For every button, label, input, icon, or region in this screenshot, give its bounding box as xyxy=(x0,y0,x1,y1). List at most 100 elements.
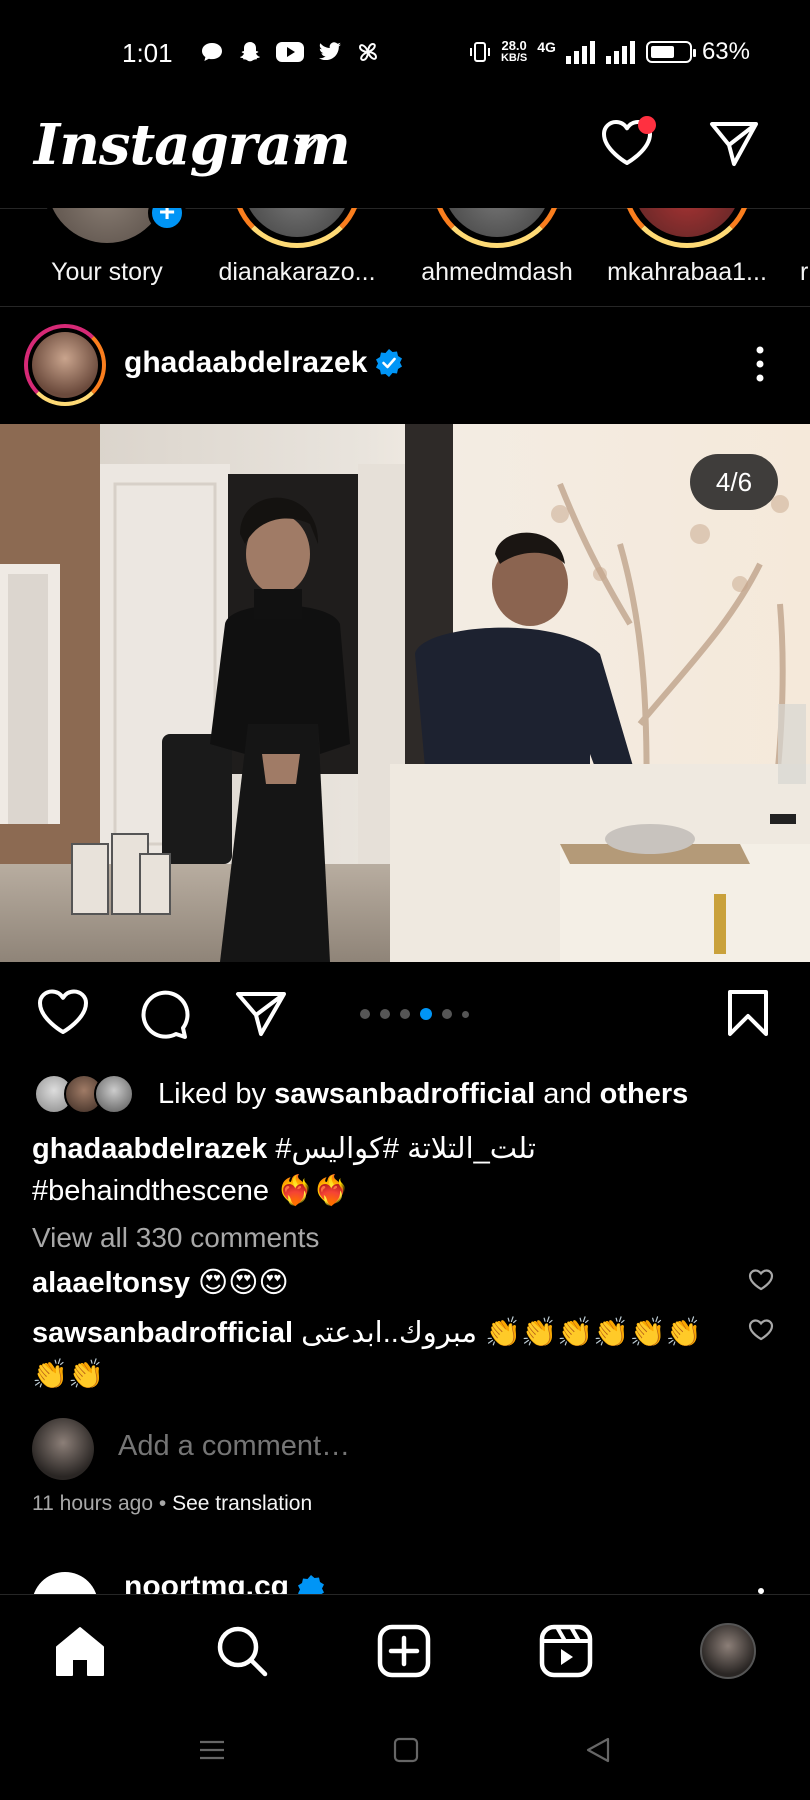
story-item-own[interactable]: + Your story xyxy=(12,208,202,306)
signal-icon-2 xyxy=(605,41,635,64)
story-label: Your story xyxy=(51,258,163,286)
next-post-header: noortmg.cq xyxy=(0,1560,810,1594)
next-post-username[interactable]: noortmg.cq xyxy=(124,1570,289,1594)
likes-row[interactable]: Liked by sawsanbadrofficial and others xyxy=(34,1072,794,1116)
speed-value: 28.0 xyxy=(501,38,527,53)
comment-username[interactable]: sawsanbadrofficial xyxy=(32,1317,293,1349)
direct-message-icon[interactable] xyxy=(708,118,760,168)
liked-by-user[interactable]: sawsanbadrofficial xyxy=(274,1078,535,1110)
like-heart-icon[interactable] xyxy=(36,988,90,1036)
create-plus-icon xyxy=(377,1624,431,1678)
comment-text: 😍😍😍 xyxy=(189,1267,289,1299)
add-comment-input[interactable] xyxy=(118,1430,618,1463)
current-user-avatar xyxy=(32,1418,94,1480)
verified-badge-icon xyxy=(376,349,402,377)
home-square-icon[interactable] xyxy=(392,1736,420,1764)
nav-search-button[interactable] xyxy=(212,1621,272,1681)
post-caption: ghadaabdelrazek #تلت_التلاتة #كواليس #be… xyxy=(32,1128,772,1212)
carousel-dot xyxy=(442,1009,452,1019)
nav-profile-button[interactable] xyxy=(698,1621,758,1681)
nav-home-button[interactable] xyxy=(50,1621,110,1681)
view-all-comments-link[interactable]: View all 330 comments xyxy=(32,1222,319,1254)
verified-badge-icon xyxy=(298,1575,324,1594)
caption-text: #تلت_التلاتة #كواليس xyxy=(267,1133,536,1165)
back-triangle-icon[interactable] xyxy=(584,1736,612,1764)
vibrate-icon xyxy=(469,42,490,62)
post-username[interactable]: ghadaabdelrazek xyxy=(124,346,367,380)
post-meta: 11 hours ago • See translation xyxy=(32,1492,312,1516)
divider xyxy=(0,306,810,307)
menu-lines-icon[interactable] xyxy=(198,1736,226,1764)
next-post-avatar[interactable] xyxy=(32,1572,98,1594)
battery-icon xyxy=(645,41,696,63)
carousel-page-counter: 4/6 xyxy=(690,454,778,510)
story-label: dianakarazo... xyxy=(218,258,376,286)
notification-badge xyxy=(638,116,656,134)
post-header: ghadaabdelrazek xyxy=(0,308,810,424)
comment-bubble-icon[interactable] xyxy=(136,988,190,1040)
post-photo-illustration xyxy=(0,424,810,962)
profile-avatar xyxy=(700,1623,756,1679)
carousel-dot xyxy=(400,1009,410,1019)
speed-unit: KB/S xyxy=(500,52,528,64)
snapchat-icon xyxy=(240,42,260,62)
liked-by-others[interactable]: others xyxy=(600,1078,689,1110)
story-label: mkahrabaa1... xyxy=(607,258,767,286)
comment-like-icon[interactable] xyxy=(748,1268,774,1292)
nav-reels-button[interactable] xyxy=(536,1621,596,1681)
nav-create-button[interactable] xyxy=(374,1621,434,1681)
post-author-avatar[interactable] xyxy=(24,324,106,406)
comment-username[interactable]: alaaeltonsy xyxy=(32,1267,190,1299)
add-comment-row xyxy=(32,1418,782,1480)
add-story-icon[interactable]: + xyxy=(148,208,186,232)
status-app-icons xyxy=(200,40,380,64)
carousel-dot xyxy=(360,1009,370,1019)
liker-avatars xyxy=(34,1072,144,1116)
carousel-dot xyxy=(380,1009,390,1019)
share-send-icon[interactable] xyxy=(234,988,288,1038)
more-options-icon[interactable] xyxy=(752,344,768,384)
stories-tray: + Your story dianakarazo... ahmedmdash m… xyxy=(0,208,810,306)
search-icon xyxy=(217,1626,268,1677)
story-avatar xyxy=(232,208,362,248)
carousel-dot xyxy=(462,1010,469,1018)
status-bar: 1:01 28.0 KB/S 4G 63% xyxy=(0,0,810,100)
story-avatar xyxy=(622,208,752,248)
story-avatar xyxy=(432,208,562,248)
youtube-icon xyxy=(276,42,304,62)
story-label: ahmedmdash xyxy=(421,258,573,286)
carousel-dot-active xyxy=(420,1008,432,1020)
liked-by-and: and xyxy=(535,1078,600,1110)
meta-separator: • xyxy=(153,1492,173,1515)
bottom-navigation xyxy=(0,1594,810,1704)
carousel-indicator xyxy=(360,1008,469,1020)
comment-item: sawsanbadrofficial مبروك..ابدعتى 👏👏👏👏👏👏 … xyxy=(32,1312,722,1396)
story-item[interactable]: dianakarazo... xyxy=(202,208,392,306)
post-time-ago: 11 hours ago xyxy=(32,1492,154,1515)
post-actions xyxy=(0,962,810,1062)
post-photo[interactable]: 4/6 xyxy=(0,424,810,962)
comment-like-icon[interactable] xyxy=(748,1318,774,1342)
story-item[interactable]: ahmedmdash xyxy=(402,208,592,306)
story-item[interactable]: mkahrabaa1... xyxy=(592,208,782,306)
comment-item: alaaeltonsy 😍😍😍 xyxy=(32,1262,722,1304)
caption-username[interactable]: ghadaabdelrazek xyxy=(32,1133,267,1165)
top-app-bar: Instagram xyxy=(0,100,810,208)
see-translation-link[interactable]: See translation xyxy=(172,1492,312,1515)
signal-icon xyxy=(565,41,595,64)
chat-bubble-icon xyxy=(202,43,222,61)
liked-by-prefix: Liked by xyxy=(158,1078,275,1110)
status-time: 1:01 xyxy=(122,38,173,68)
caption-hashtag-line[interactable]: #behaindthescene ❤️‍🔥❤️‍🔥 xyxy=(32,1170,772,1212)
liked-by-text: Liked by sawsanbadrofficial and others xyxy=(158,1078,688,1111)
network-speed: 28.0 KB/S xyxy=(501,39,527,65)
system-navigation-bar xyxy=(0,1704,810,1800)
chevron-down-icon[interactable] xyxy=(292,136,318,154)
story-label: r xyxy=(800,258,809,286)
pinwheel-icon xyxy=(358,42,378,62)
twitter-icon xyxy=(319,42,341,61)
story-item[interactable]: r xyxy=(800,208,810,306)
reels-icon xyxy=(539,1624,593,1678)
status-indicators: 28.0 KB/S 4G 63% xyxy=(469,38,750,66)
bookmark-save-icon[interactable] xyxy=(726,988,770,1038)
